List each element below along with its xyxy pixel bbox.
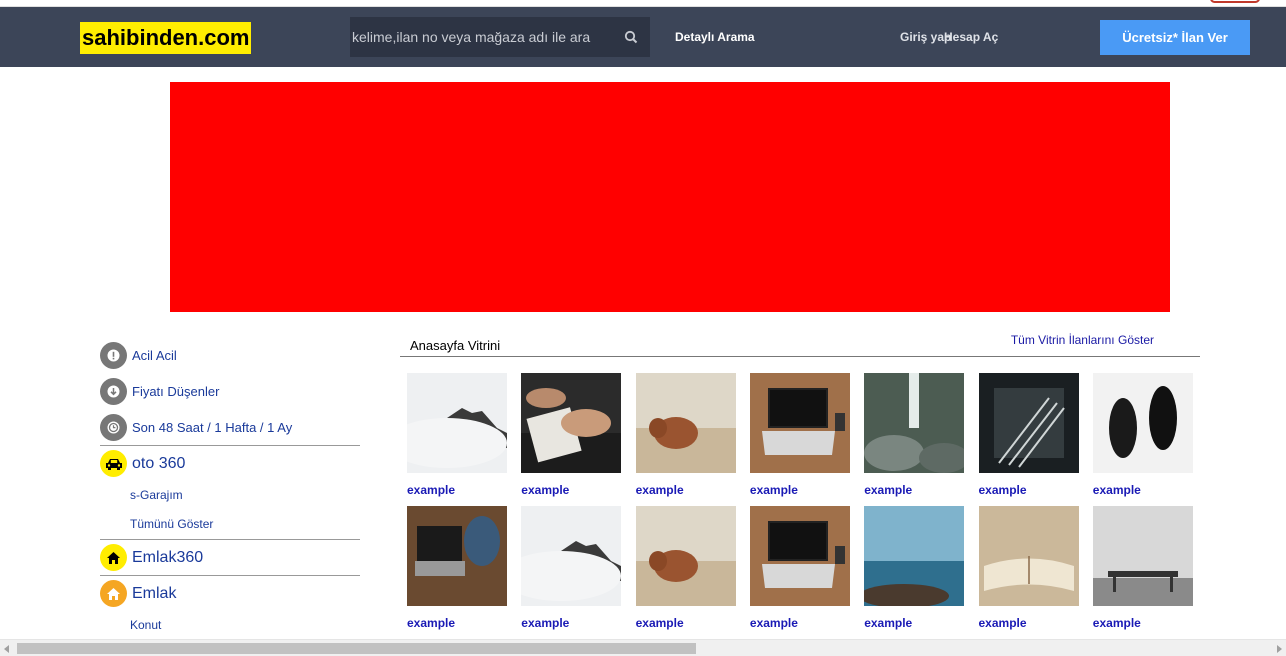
showcase-card[interactable]: example	[635, 373, 736, 497]
sidebar-item-label: Acil Acil	[132, 347, 177, 363]
search-box	[350, 17, 650, 57]
sidebar-category-label: Emlak	[132, 584, 177, 602]
showcase-caption[interactable]: example	[750, 616, 850, 630]
site-logo[interactable]: sahibinden.com	[80, 22, 252, 54]
showcase-card[interactable]: example	[864, 506, 965, 630]
top-pill-button[interactable]	[1210, 0, 1260, 3]
showcase-thumbnail[interactable]	[864, 373, 965, 473]
register-link[interactable]: Hesap Aç	[944, 30, 998, 44]
post-ad-button[interactable]: Ücretsiz* İlan Ver	[1100, 20, 1250, 55]
showcase-header: Anasayfa Vitrini Tüm Vitrin İlanlarını G…	[400, 330, 1200, 357]
sidebar-item-urgent[interactable]: Acil Acil	[100, 337, 360, 373]
sidebar-category-label: oto 360	[132, 454, 186, 472]
sidebar-item-label: Fiyatı Düşenler	[132, 383, 220, 399]
scrollbar-thumb[interactable]	[17, 643, 696, 654]
showcase-thumbnail[interactable]	[407, 506, 507, 606]
showcase-thumbnail[interactable]	[635, 373, 736, 473]
detailed-search-link[interactable]: Detaylı Arama	[675, 30, 755, 44]
showcase-section: Anasayfa Vitrini Tüm Vitrin İlanlarını G…	[400, 330, 1200, 630]
showcase-card[interactable]: example	[749, 506, 850, 630]
search-icon[interactable]	[624, 30, 638, 44]
showcase-card[interactable]: example	[407, 373, 507, 497]
site-header: sahibinden.com Detaylı Arama Giriş yap H…	[0, 7, 1286, 67]
showcase-card[interactable]: example	[1092, 506, 1193, 630]
showcase-thumbnail[interactable]	[978, 373, 1079, 473]
showcase-caption[interactable]: example	[750, 483, 850, 497]
sidebar-category-label: Emlak360	[132, 548, 204, 566]
showcase-caption[interactable]: example	[979, 483, 1079, 497]
showcase-thumbnail[interactable]	[635, 506, 736, 606]
sidebar: Acil Acil Fiyatı Düşenler Son 48 Saat / …	[100, 337, 360, 640]
home-icon	[100, 580, 127, 607]
showcase-caption[interactable]: example	[407, 616, 507, 630]
sidebar-subitem-show-all[interactable]: Tümünü Göster	[100, 510, 360, 539]
showcase-card[interactable]: example	[1092, 373, 1193, 497]
showcase-caption[interactable]: example	[636, 483, 736, 497]
showcase-thumbnail[interactable]	[521, 373, 622, 473]
horizontal-scrollbar[interactable]	[0, 639, 1286, 656]
showcase-thumbnail[interactable]	[1092, 506, 1193, 606]
showcase-card[interactable]: example	[749, 373, 850, 497]
sidebar-category-emlak360[interactable]: Emlak360	[100, 539, 360, 575]
clock-icon	[100, 413, 127, 441]
ad-banner[interactable]	[170, 82, 1170, 312]
showcase-caption[interactable]: example	[521, 483, 621, 497]
showcase-card[interactable]: example	[978, 373, 1079, 497]
show-all-link[interactable]: Tüm Vitrin İlanlarını Göster	[1011, 333, 1154, 347]
showcase-thumbnail[interactable]	[864, 506, 965, 606]
showcase-thumbnail[interactable]	[521, 506, 622, 606]
showcase-caption[interactable]: example	[521, 616, 621, 630]
sidebar-subitem-garage[interactable]: s-Garajım	[100, 481, 360, 510]
showcase-card[interactable]: example	[407, 506, 507, 630]
exclamation-icon	[100, 341, 127, 369]
showcase-caption[interactable]: example	[407, 483, 507, 497]
showcase-card[interactable]: example	[978, 506, 1079, 630]
showcase-card[interactable]: example	[864, 373, 965, 497]
sidebar-item-recent[interactable]: Son 48 Saat / 1 Hafta / 1 Ay	[100, 409, 360, 445]
home-icon	[100, 544, 127, 571]
showcase-card[interactable]: example	[635, 506, 736, 630]
search-input[interactable]	[350, 17, 620, 57]
sidebar-item-price-drop[interactable]: Fiyatı Düşenler	[100, 373, 360, 409]
showcase-thumbnail[interactable]	[749, 373, 850, 473]
sidebar-subitem-housing[interactable]: Konut	[100, 611, 360, 640]
showcase-caption[interactable]: example	[1093, 616, 1193, 630]
showcase-caption[interactable]: example	[864, 483, 964, 497]
browser-top-strip	[0, 0, 1286, 7]
scroll-right-arrow-icon[interactable]	[1277, 645, 1282, 653]
showcase-thumbnail[interactable]	[749, 506, 850, 606]
showcase-card[interactable]: example	[521, 506, 622, 630]
showcase-caption[interactable]: example	[979, 616, 1079, 630]
showcase-caption[interactable]: example	[1093, 483, 1193, 497]
scroll-left-arrow-icon[interactable]	[4, 645, 9, 653]
showcase-card[interactable]: example	[521, 373, 622, 497]
showcase-caption[interactable]: example	[636, 616, 736, 630]
sidebar-category-oto360[interactable]: oto 360	[100, 445, 360, 481]
showcase-caption[interactable]: example	[864, 616, 964, 630]
showcase-thumbnail[interactable]	[407, 373, 507, 473]
showcase-title: Anasayfa Vitrini	[410, 338, 501, 353]
sidebar-item-label: Son 48 Saat / 1 Hafta / 1 Ay	[132, 419, 293, 435]
showcase-thumbnail[interactable]	[1092, 373, 1193, 473]
sidebar-category-emlak[interactable]: Emlak	[100, 575, 360, 611]
arrow-down-icon	[100, 377, 127, 405]
car-icon	[100, 450, 127, 477]
showcase-thumbnail[interactable]	[978, 506, 1079, 606]
